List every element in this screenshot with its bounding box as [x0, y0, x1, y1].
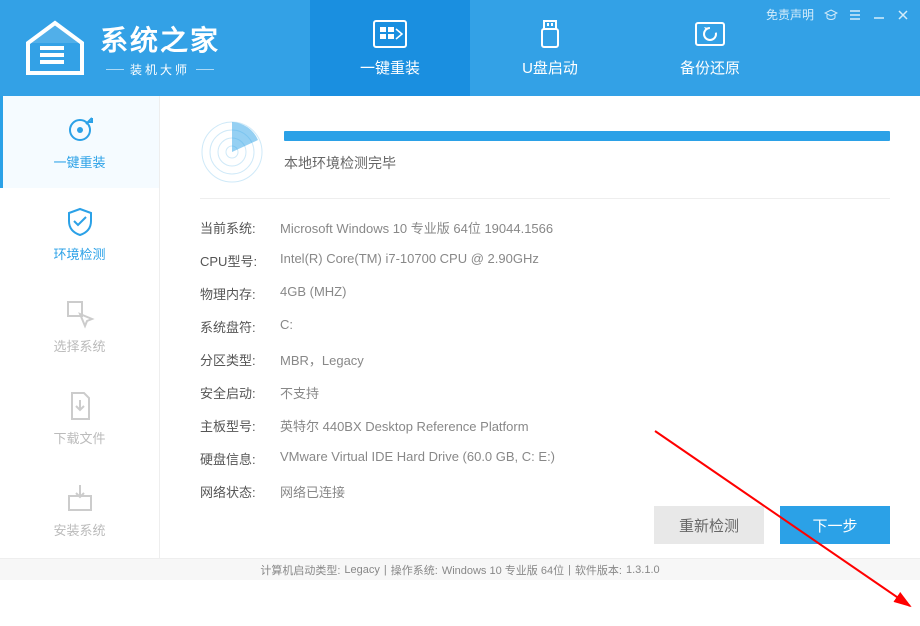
close-button[interactable] [896, 8, 910, 22]
info-value: 网络已连接 [280, 482, 345, 501]
info-row: 物理内存:4GB (MHZ) [200, 277, 890, 310]
shield-check-icon [64, 206, 96, 238]
info-value: MBR，Legacy [280, 350, 364, 369]
house-logo-icon [20, 18, 90, 78]
info-value: Microsoft Windows 10 专业版 64位 19044.1566 [280, 218, 553, 237]
info-label: 网络状态: [200, 482, 280, 501]
info-label: 硬盘信息: [200, 449, 280, 468]
radar-icon [200, 120, 264, 184]
app-header: 系统之家 装机大师 一键重装 U盘启动 备份还原 免责声明 [0, 0, 920, 96]
info-value: Intel(R) Core(TM) i7-10700 CPU @ 2.90GHz [280, 251, 539, 270]
download-file-icon [64, 390, 96, 422]
graduation-icon[interactable] [824, 8, 838, 22]
detect-status: 本地环境检测完毕 [284, 153, 890, 173]
info-label: 物理内存: [200, 284, 280, 303]
next-button[interactable]: 下一步 [780, 506, 890, 544]
usb-icon [532, 19, 568, 49]
recheck-button[interactable]: 重新检测 [654, 506, 764, 544]
progress-bar [284, 131, 890, 141]
disclaimer-link[interactable]: 免责声明 [766, 6, 814, 23]
info-row: 分区类型:MBR，Legacy [200, 343, 890, 376]
menu-icon[interactable] [848, 8, 862, 22]
info-label: 系统盘符: [200, 317, 280, 336]
info-row: CPU型号:Intel(R) Core(TM) i7-10700 CPU @ 2… [200, 244, 890, 277]
target-icon [64, 114, 96, 146]
info-label: 安全启动: [200, 383, 280, 402]
divider [200, 198, 890, 199]
sidebar-item-reinstall[interactable]: 一键重装 [0, 96, 159, 188]
windows-icon [372, 19, 408, 49]
tab-usb-boot[interactable]: U盘启动 [470, 0, 630, 96]
sidebar-item-download[interactable]: 下载文件 [0, 372, 159, 464]
tab-reinstall[interactable]: 一键重装 [310, 0, 470, 96]
info-value: VMware Virtual IDE Hard Drive (60.0 GB, … [280, 449, 555, 468]
cursor-box-icon [64, 298, 96, 330]
sidebar: 一键重装 环境检测 选择系统 下载文件 安装系统 [0, 96, 160, 558]
app-subtitle: 装机大师 [100, 61, 220, 78]
minimize-button[interactable] [872, 8, 886, 22]
info-row: 硬盘信息:VMware Virtual IDE Hard Drive (60.0… [200, 442, 890, 475]
logo-area: 系统之家 装机大师 [0, 0, 300, 96]
info-label: CPU型号: [200, 251, 280, 270]
info-label: 主板型号: [200, 416, 280, 435]
window-controls: 免责声明 [766, 6, 910, 23]
sidebar-item-env-check[interactable]: 环境检测 [0, 188, 159, 280]
info-row: 主板型号:英特尔 440BX Desktop Reference Platfor… [200, 409, 890, 442]
info-row: 网络状态:网络已连接 [200, 475, 890, 508]
restore-icon [692, 19, 728, 49]
status-bar: 计算机启动类型: Legacy | 操作系统: Windows 10 专业版 6… [0, 558, 920, 580]
sidebar-item-select-system[interactable]: 选择系统 [0, 280, 159, 372]
info-row: 系统盘符:C: [200, 310, 890, 343]
main-tabs: 一键重装 U盘启动 备份还原 [310, 0, 790, 96]
main-content: 本地环境检测完毕 当前系统:Microsoft Windows 10 专业版 6… [160, 96, 920, 558]
info-value: 4GB (MHZ) [280, 284, 346, 303]
install-box-icon [64, 482, 96, 514]
info-value: 英特尔 440BX Desktop Reference Platform [280, 416, 529, 435]
info-value: C: [280, 317, 293, 336]
app-title: 系统之家 [100, 19, 220, 59]
info-row: 当前系统:Microsoft Windows 10 专业版 64位 19044.… [200, 211, 890, 244]
info-label: 当前系统: [200, 218, 280, 237]
info-value: 不支持 [280, 383, 319, 402]
info-label: 分区类型: [200, 350, 280, 369]
sidebar-item-install[interactable]: 安装系统 [0, 464, 159, 556]
info-row: 安全启动:不支持 [200, 376, 890, 409]
